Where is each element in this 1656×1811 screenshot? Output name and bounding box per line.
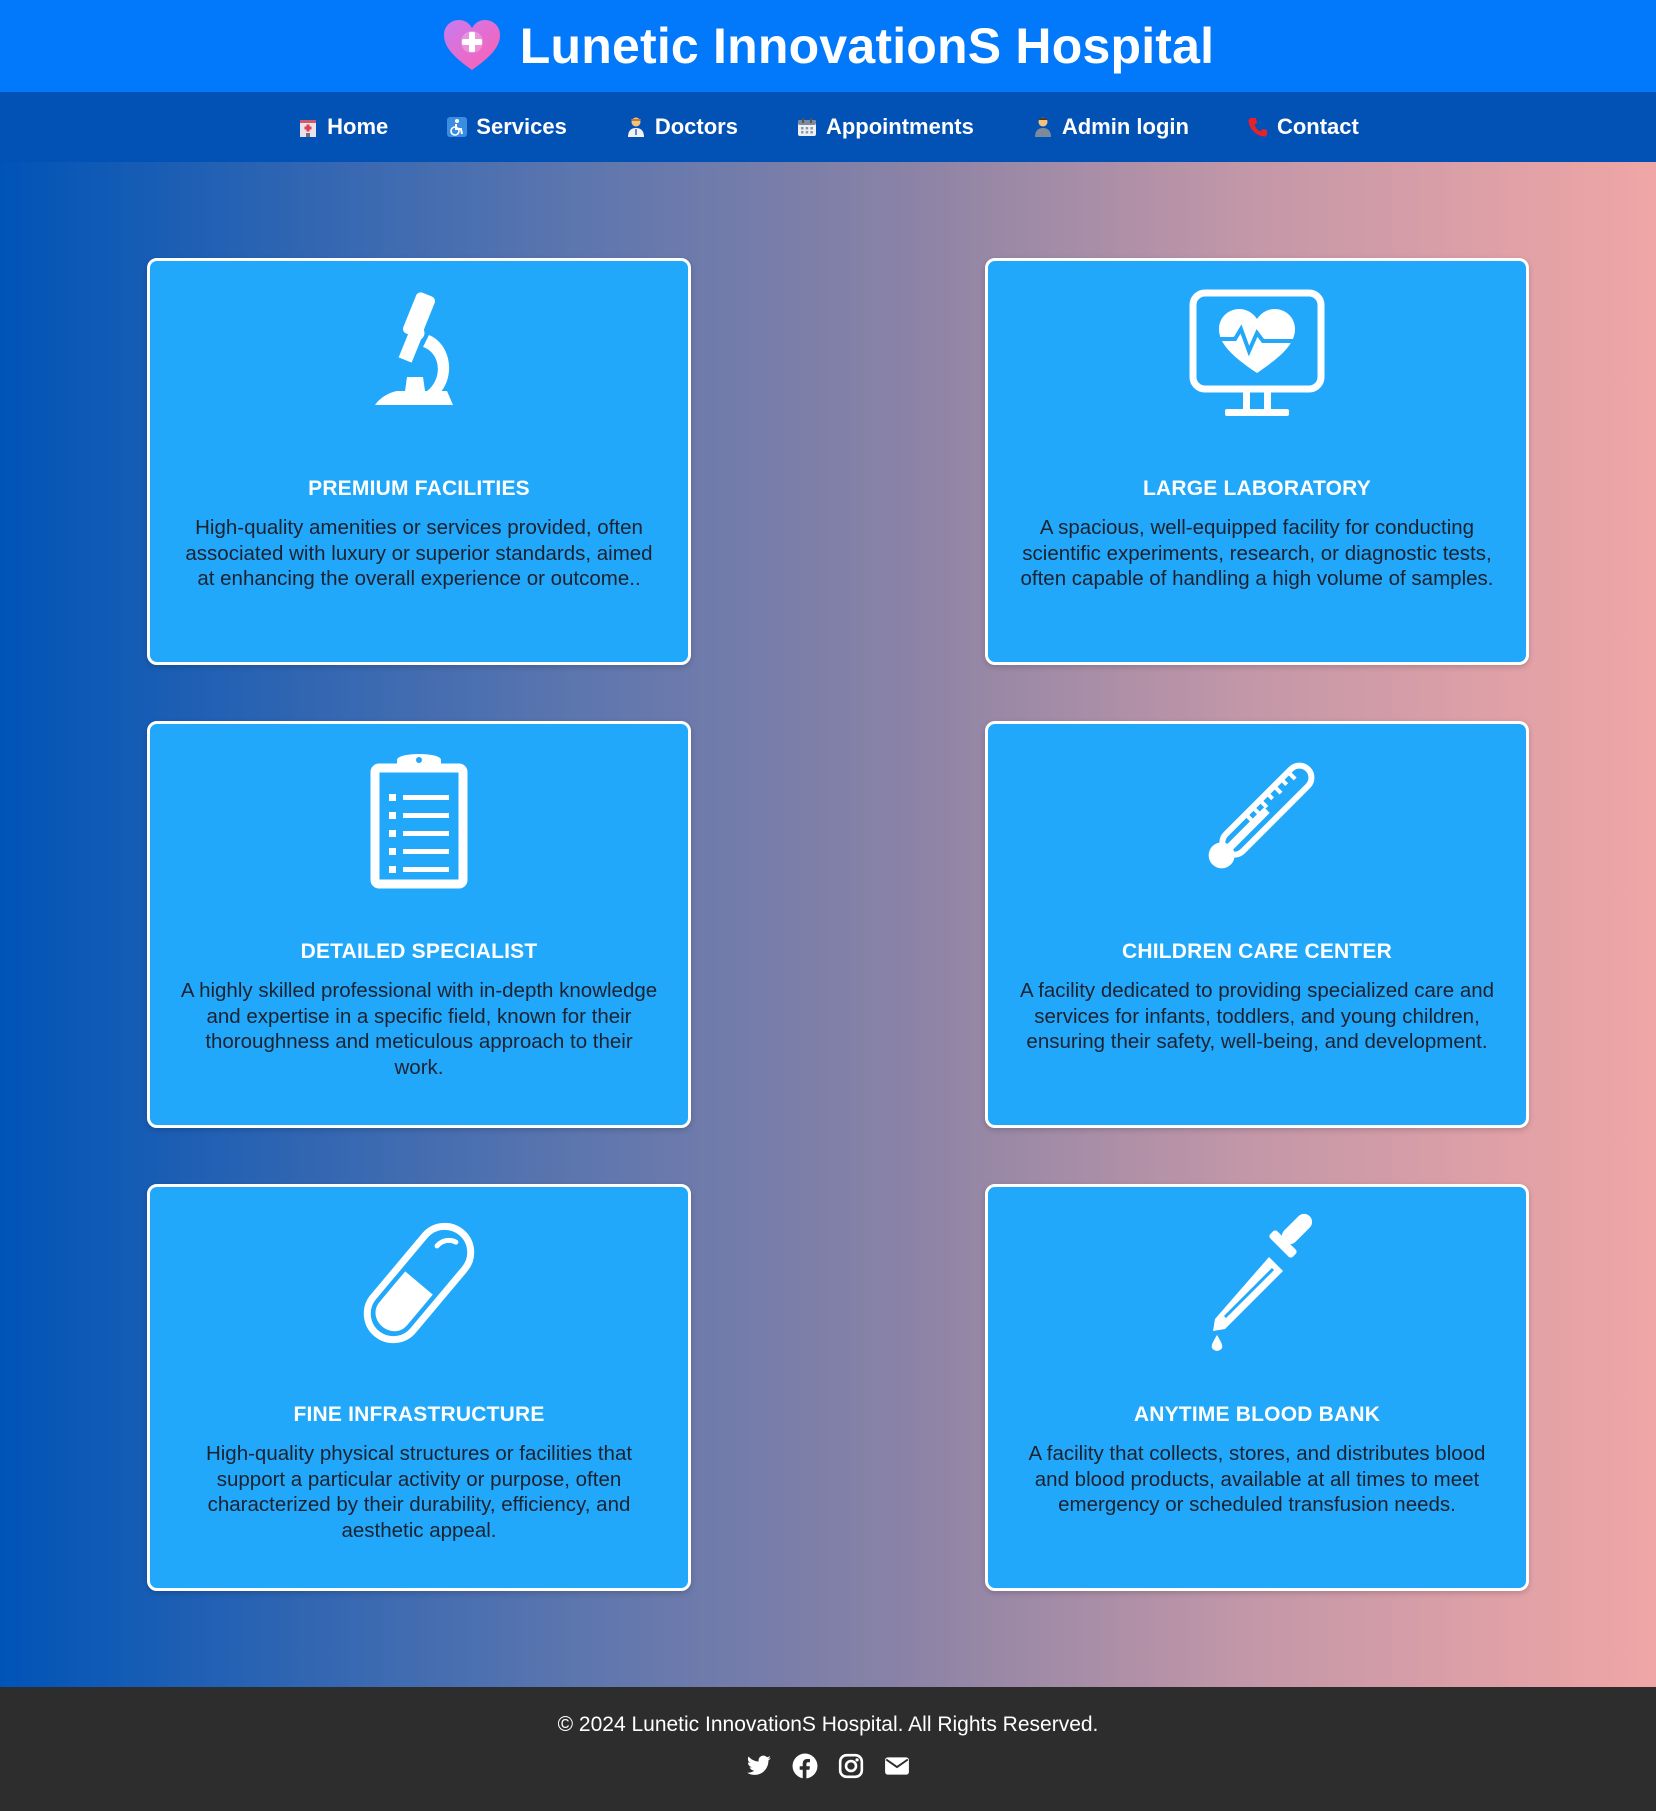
hospital-icon [300,120,317,137]
card-title: CHILDREN CARE CENTER [1121,940,1392,963]
service-card-premium-facilities: PREMIUM FACILITIES High-quality amenitie… [147,258,691,665]
admin-icon [1034,117,1051,137]
nav-services-label: Services [476,114,567,139]
card-title: FINE INFRASTRUCTURE [293,1403,545,1426]
nav-home[interactable]: Home [297,114,388,140]
nav-doctors-label: Doctors [654,114,738,139]
nav-services[interactable]: Services [446,114,567,140]
doctor-icon [627,117,644,137]
facebook-icon [792,1753,818,1779]
microscope-icon [375,292,453,405]
nav-home-label: Home [327,114,389,139]
instagram-link[interactable] [838,1753,864,1779]
nav-contact[interactable]: Contact [1247,114,1359,140]
heart-plus-icon [443,20,500,70]
social-links [746,1753,910,1779]
twitter-link[interactable] [746,1753,772,1779]
site-header: Lunetic InnovationS Hospital [0,0,1656,92]
email-link[interactable] [884,1753,910,1779]
service-card-large-laboratory: LARGE LABORATORY A spacious, well-equipp… [985,258,1529,665]
card-description: A facility that collects, stores, and di… [1028,1442,1486,1516]
card-title: DETAILED SPECIALIST [300,940,538,963]
site-footer: © 2024 Lunetic InnovationS Hospital. All… [0,1687,1656,1811]
service-card-children-care-center: CHILDREN CARE CENTER A facility dedicate… [985,721,1529,1128]
nav-admin-login[interactable]: Admin login [1032,114,1189,140]
facebook-link[interactable] [792,1753,818,1779]
dropper-icon [1211,1213,1313,1351]
card-title: LARGE LABORATORY [1143,477,1371,500]
card-description: High-quality amenities or services provi… [185,516,653,590]
instagram-icon [838,1753,864,1779]
services-section: PREMIUM FACILITIES High-quality amenitie… [0,162,1656,1687]
heart-monitor-icon [1189,289,1325,416]
phone-icon [1248,118,1267,137]
service-card-detailed-specialist: DETAILED SPECIALIST A highly skilled pro… [147,721,691,1128]
card-description: A spacious, well-equipped facility for c… [1020,516,1494,590]
card-title: ANYTIME BLOOD BANK [1133,1403,1381,1426]
nav-doctors[interactable]: Doctors [625,114,738,140]
nav-appointments[interactable]: Appointments [796,114,974,140]
services-grid: PREMIUM FACILITIES High-quality amenitie… [147,258,1529,1591]
copyright-text: © 2024 Lunetic InnovationS Hospital. All… [557,1713,1099,1736]
email-icon [885,1757,909,1775]
thermometer-icon [1208,762,1315,869]
calendar-icon [797,118,816,136]
site-title: Lunetic InnovationS Hospital [519,18,1215,74]
nav-contact-label: Contact [1276,114,1359,139]
wheelchair-icon [447,117,468,137]
nav-admin-label: Admin login [1061,114,1189,139]
service-card-anytime-blood-bank: ANYTIME BLOOD BANK A facility that colle… [985,1184,1529,1591]
nav-appointments-label: Appointments [825,114,974,139]
card-description: A highly skilled professional with in-de… [180,979,658,1079]
capsule-icon [363,1222,475,1344]
card-description: High-quality physical structures or faci… [205,1442,633,1542]
card-title: PREMIUM FACILITIES [308,477,530,500]
twitter-icon [747,1755,771,1775]
clipboard-icon [370,754,468,889]
card-description: A facility dedicated to providing specia… [1019,979,1495,1053]
main-nav: Home Services Doctors Appointments Admin… [0,92,1656,162]
service-card-fine-infrastructure: FINE INFRASTRUCTURE High-quality physica… [147,1184,691,1591]
